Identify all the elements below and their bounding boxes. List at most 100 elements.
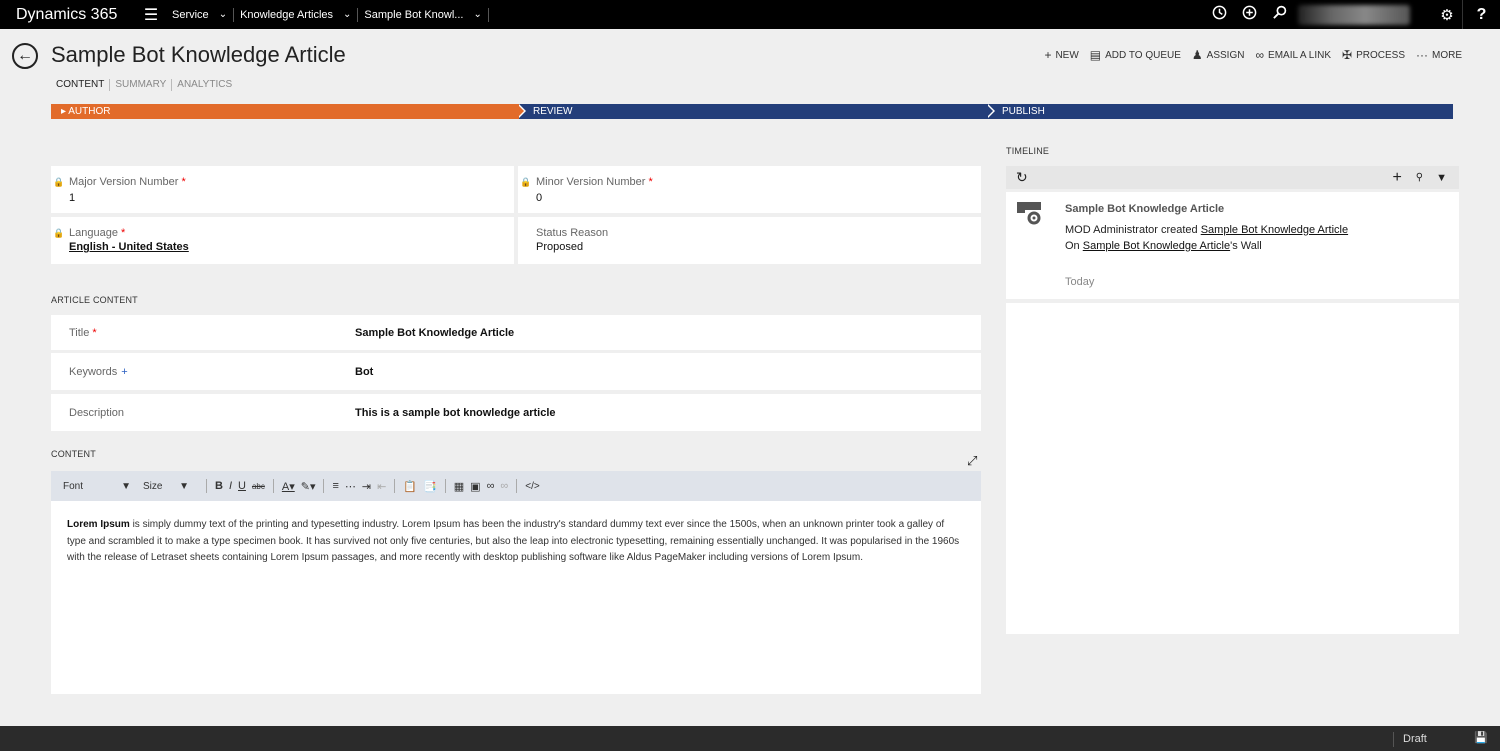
page-title: Sample Bot Knowledge Article — [51, 42, 346, 67]
bulleted-list-icon[interactable]: ⋯ — [345, 480, 356, 493]
highlight-icon[interactable]: ✎▾ — [301, 480, 316, 493]
timeline-wall-link[interactable]: Sample Bot Knowledge Article — [1083, 240, 1230, 252]
timeline-record-link[interactable]: Sample Bot Knowledge Article — [1201, 224, 1348, 236]
timeline-entry-line1: MOD Administrator created Sample Bot Kno… — [1065, 224, 1348, 236]
stage-author[interactable]: ▸ AUTHOR — [51, 104, 526, 119]
keywords-value[interactable]: Bot — [355, 366, 373, 378]
user-avatar[interactable] — [1298, 4, 1410, 25]
timeline-entry[interactable]: Sample Bot Knowledge Article MOD Adminis… — [1006, 192, 1459, 299]
breadcrumb-knowledge-articles[interactable]: Knowledge Articles ⌄ — [234, 0, 359, 29]
process-button[interactable]: ✠ PROCESS — [1342, 48, 1405, 62]
stage-arrow — [517, 104, 524, 118]
strikethrough-icon[interactable]: abc — [252, 482, 265, 491]
assign-button[interactable]: ♟ ASSIGN — [1192, 48, 1245, 62]
lock-icon: 🔒 — [520, 176, 532, 187]
bold-icon[interactable]: B — [215, 480, 223, 492]
underline-icon[interactable]: U — [238, 480, 246, 492]
numbered-list-icon[interactable]: ≡ — [332, 480, 338, 492]
language-field[interactable]: 🔒 Language * English - United States — [51, 217, 514, 264]
help-icon[interactable]: ? — [1462, 0, 1500, 29]
description-row[interactable]: Description This is a sample bot knowled… — [51, 394, 981, 431]
indent-icon[interactable]: ⇥ — [362, 480, 371, 493]
link-icon: ∞ — [1255, 48, 1265, 62]
link-icon[interactable]: ∞ — [487, 480, 495, 492]
minor-version-field[interactable]: 🔒 Minor Version Number * 0 — [518, 166, 981, 213]
timeline-entry-title: Sample Bot Knowledge Article — [1065, 203, 1225, 215]
refresh-icon[interactable]: ↻ — [1016, 169, 1028, 186]
source-code-icon[interactable]: </> — [525, 481, 539, 492]
form-tabs: CONTENT SUMMARY ANALYTICS — [56, 79, 237, 91]
timeline-text: On — [1065, 240, 1083, 252]
add-icon[interactable] — [1234, 5, 1264, 24]
chevron-down-icon[interactable]: ⌄ — [213, 7, 235, 22]
description-value[interactable]: This is a sample bot knowledge article — [355, 407, 556, 419]
add-post-icon[interactable]: + — [1392, 169, 1401, 187]
outdent-icon[interactable]: ⇤ — [377, 480, 386, 493]
filter-icon[interactable]: ▼ — [1436, 172, 1447, 184]
stage-review[interactable]: REVIEW — [519, 104, 995, 119]
tab-content[interactable]: CONTENT — [56, 79, 109, 91]
save-icon[interactable]: 💾 — [1474, 731, 1488, 744]
paste-text-icon[interactable]: 📑 — [423, 480, 437, 493]
chevron-down-icon[interactable]: ⌄ — [467, 7, 489, 22]
content-editor[interactable]: Lorem Ipsum is simply dummy text of the … — [51, 501, 981, 694]
italic-icon[interactable]: I — [229, 480, 232, 492]
new-label: NEW — [1055, 49, 1079, 61]
major-version-field[interactable]: 🔒 Major Version Number * 1 — [51, 166, 514, 213]
title-row[interactable]: Title * Sample Bot Knowledge Article — [51, 315, 981, 350]
process-icon: ✠ — [1342, 48, 1353, 62]
timeline-entry-line2: On Sample Bot Knowledge Article's Wall — [1065, 240, 1262, 252]
add-to-queue-button[interactable]: ▤ ADD TO QUEUE — [1090, 48, 1181, 62]
font-color-icon[interactable]: A▾ — [282, 480, 295, 493]
history-icon[interactable] — [1204, 5, 1234, 24]
breadcrumb-record[interactable]: Sample Bot Knowl... ⌄ — [358, 0, 489, 29]
image-icon[interactable]: ▣ — [470, 480, 480, 493]
status-bar: Draft 💾 — [0, 726, 1500, 751]
table-icon[interactable]: ▦ — [454, 480, 464, 493]
new-button[interactable]: + NEW — [1044, 48, 1078, 62]
dropdown-arrow-icon: ▼ — [121, 480, 131, 492]
keywords-row[interactable]: Keywords + Bot — [51, 353, 981, 390]
unlink-icon[interactable]: ∞ — [500, 480, 508, 492]
breadcrumb-service[interactable]: Service ⌄ — [166, 0, 235, 29]
size-select-label: Size — [143, 480, 163, 492]
chevron-down-icon[interactable]: ⌄ — [337, 7, 359, 22]
article-content-heading: ARTICLE CONTENT — [51, 295, 138, 305]
status-reason-field[interactable]: Status Reason Proposed — [518, 217, 981, 264]
expand-icon[interactable]: ⤢ — [967, 453, 977, 469]
required-marker: * — [181, 176, 186, 188]
font-select[interactable]: Font ▼ — [63, 479, 131, 493]
stage-label: AUTHOR — [68, 106, 111, 117]
editor-toolbar: Font ▼ Size ▼ B I U abc A▾ ✎▾ ≡ ⋯ ⇥ ⇤ 📋 📑 … — [51, 471, 981, 501]
stage-label: PUBLISH — [1002, 106, 1045, 117]
business-process-flow: ▸ AUTHOR REVIEW PUBLISH — [51, 104, 1453, 119]
more-button[interactable]: ··· MORE — [1416, 48, 1462, 62]
timeline-text: 's Wall — [1230, 240, 1262, 252]
stage-publish[interactable]: PUBLISH — [988, 104, 1453, 119]
back-arrow-icon[interactable]: ← — [12, 43, 38, 69]
app-title[interactable]: Dynamics 365 — [0, 6, 136, 24]
tab-summary[interactable]: SUMMARY — [109, 79, 171, 91]
field-label: Title — [69, 326, 90, 339]
required-marker: * — [648, 176, 653, 188]
field-label: Minor Version Number — [536, 176, 646, 188]
timeline-search-icon[interactable]: ⚲ — [1416, 172, 1423, 183]
language-link[interactable]: English - United States — [69, 241, 496, 253]
process-label: PROCESS — [1356, 49, 1405, 61]
search-icon[interactable] — [1264, 5, 1294, 24]
email-link-label: EMAIL A LINK — [1268, 49, 1332, 61]
caret-right-icon: ▸ — [61, 106, 67, 117]
toolbar-divider — [272, 479, 274, 493]
field-label: Major Version Number — [69, 176, 179, 188]
content-heading: CONTENT — [51, 449, 96, 459]
dropdown-arrow-icon: ▼ — [179, 480, 189, 492]
settings-icon[interactable]: ⚙ — [1432, 6, 1462, 24]
size-select[interactable]: Size ▼ — [143, 479, 189, 493]
field-label: Keywords — [69, 365, 118, 378]
hamburger-icon[interactable]: ☰ — [136, 5, 166, 25]
required-marker: * — [120, 227, 126, 239]
title-value[interactable]: Sample Bot Knowledge Article — [355, 327, 514, 339]
email-link-button[interactable]: ∞ EMAIL A LINK — [1255, 48, 1331, 62]
tab-analytics[interactable]: ANALYTICS — [171, 79, 237, 91]
paste-icon[interactable]: 📋 — [403, 480, 417, 493]
